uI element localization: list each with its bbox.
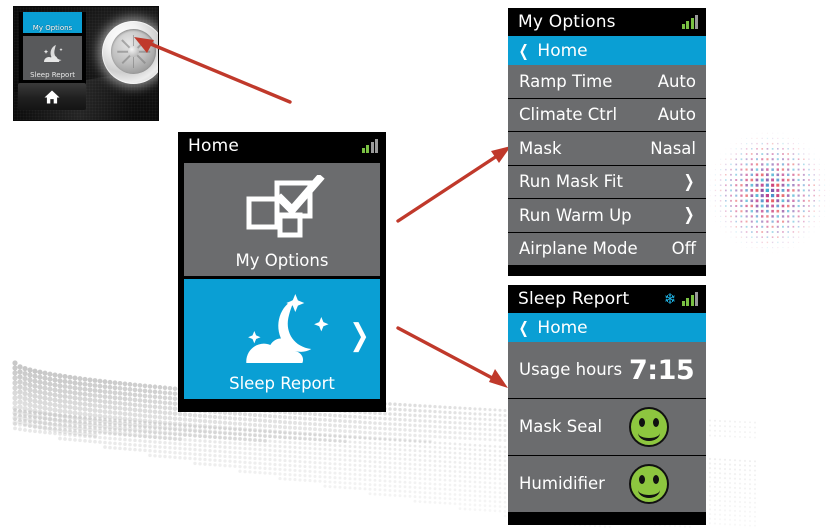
back-to-home-button[interactable]: ❮ Home — [508, 36, 706, 65]
tile-my-options[interactable]: My Options — [184, 163, 380, 276]
smiley-face-icon — [629, 407, 669, 447]
mini-tile-sleep-report-label: Sleep Report — [30, 71, 75, 79]
cpap-device-photo: ❯ My Options Sleep Report — [13, 6, 159, 121]
row-label: Usage hours — [519, 359, 623, 379]
row-label: Mask — [519, 138, 562, 158]
row-value: Auto — [657, 71, 696, 91]
moon-cloud-stars-icon — [43, 45, 63, 62]
row-label: Mask Seal — [519, 416, 603, 436]
halftone-dots-color — [705, 128, 830, 254]
usage-hours-value: 7:15 — [629, 354, 695, 386]
row-label: Ramp Time — [519, 71, 613, 91]
chevron-right-icon: ❯ — [349, 318, 370, 353]
dial-inner — [111, 29, 156, 74]
row-value: Auto — [657, 105, 696, 125]
sleep-report-titlebar: Sleep Report ❄ — [508, 285, 706, 313]
screen-home: Home My Options ❯ Sleep Report — [178, 132, 386, 412]
arrow-home-to-sleep-report — [396, 326, 508, 388]
chevron-right-icon: ❯ — [683, 171, 695, 192]
arrow-home-to-my-options — [396, 146, 511, 223]
checkbox-squares-icon — [246, 175, 325, 238]
mini-tile-sleep-report[interactable]: Sleep Report — [23, 36, 82, 80]
chevron-left-icon: ❮ — [518, 41, 529, 60]
list-item[interactable]: Usage hours 7:15 — [508, 342, 706, 399]
signal-bars-icon — [681, 15, 698, 29]
signal-bars-icon — [681, 292, 698, 306]
screen-sleep-report: Sleep Report ❄ ❮ Home Usage hours 7:15 M… — [508, 285, 706, 525]
tile-my-options-label: My Options — [235, 251, 329, 270]
device-home-button[interactable] — [18, 83, 86, 110]
home-icon — [44, 90, 60, 103]
row-label: Airplane Mode — [519, 239, 638, 259]
chevron-left-icon: ❮ — [518, 318, 529, 337]
row-value: Off — [671, 239, 696, 259]
chevron-right-icon: ❯ — [683, 205, 695, 226]
row-label: Run Mask Fit — [519, 172, 623, 192]
tile-sleep-report-label: Sleep Report — [229, 374, 335, 393]
list-item[interactable]: Airplane Mode Off — [508, 232, 706, 266]
mini-tile-my-options[interactable]: ❯ My Options — [23, 12, 82, 33]
my-options-titlebar: My Options — [508, 8, 706, 36]
home-titlebar: Home — [178, 132, 386, 160]
dial-hub — [128, 46, 139, 57]
row-label: Humidifier — [519, 473, 605, 493]
signal-bars-icon — [361, 139, 378, 153]
screen-my-options: My Options ❮ Home Ramp Time Auto Climate… — [508, 8, 706, 276]
control-dial[interactable] — [102, 21, 158, 84]
list-item[interactable]: Climate Ctrl Auto — [508, 98, 706, 132]
row-value: Nasal — [650, 138, 696, 158]
row-label: Climate Ctrl — [519, 105, 618, 125]
page-title: My Options — [518, 12, 616, 32]
tile-sleep-report[interactable]: ❯ Sleep Report — [184, 279, 380, 399]
list-item[interactable]: Run Warm Up ❯ — [508, 199, 706, 233]
mini-tile-my-options-label: My Options — [32, 24, 73, 32]
page-title: Sleep Report — [518, 289, 630, 309]
back-to-home-button[interactable]: ❮ Home — [508, 313, 706, 342]
back-to-home-label: Home — [537, 40, 588, 61]
snowflake-icon: ❄ — [663, 289, 677, 308]
moon-cloud-stars-icon — [246, 294, 329, 363]
smiley-face-icon — [629, 464, 669, 504]
page-title: Home — [188, 136, 240, 156]
back-to-home-label: Home — [537, 317, 588, 338]
row-label: Run Warm Up — [519, 205, 632, 225]
list-item[interactable]: Mask Nasal — [508, 132, 706, 166]
list-item[interactable]: Humidifier — [508, 456, 706, 513]
list-item[interactable]: Run Mask Fit ❯ — [508, 165, 706, 199]
list-item[interactable]: Ramp Time Auto — [508, 65, 706, 99]
list-item[interactable]: Mask Seal — [508, 399, 706, 456]
